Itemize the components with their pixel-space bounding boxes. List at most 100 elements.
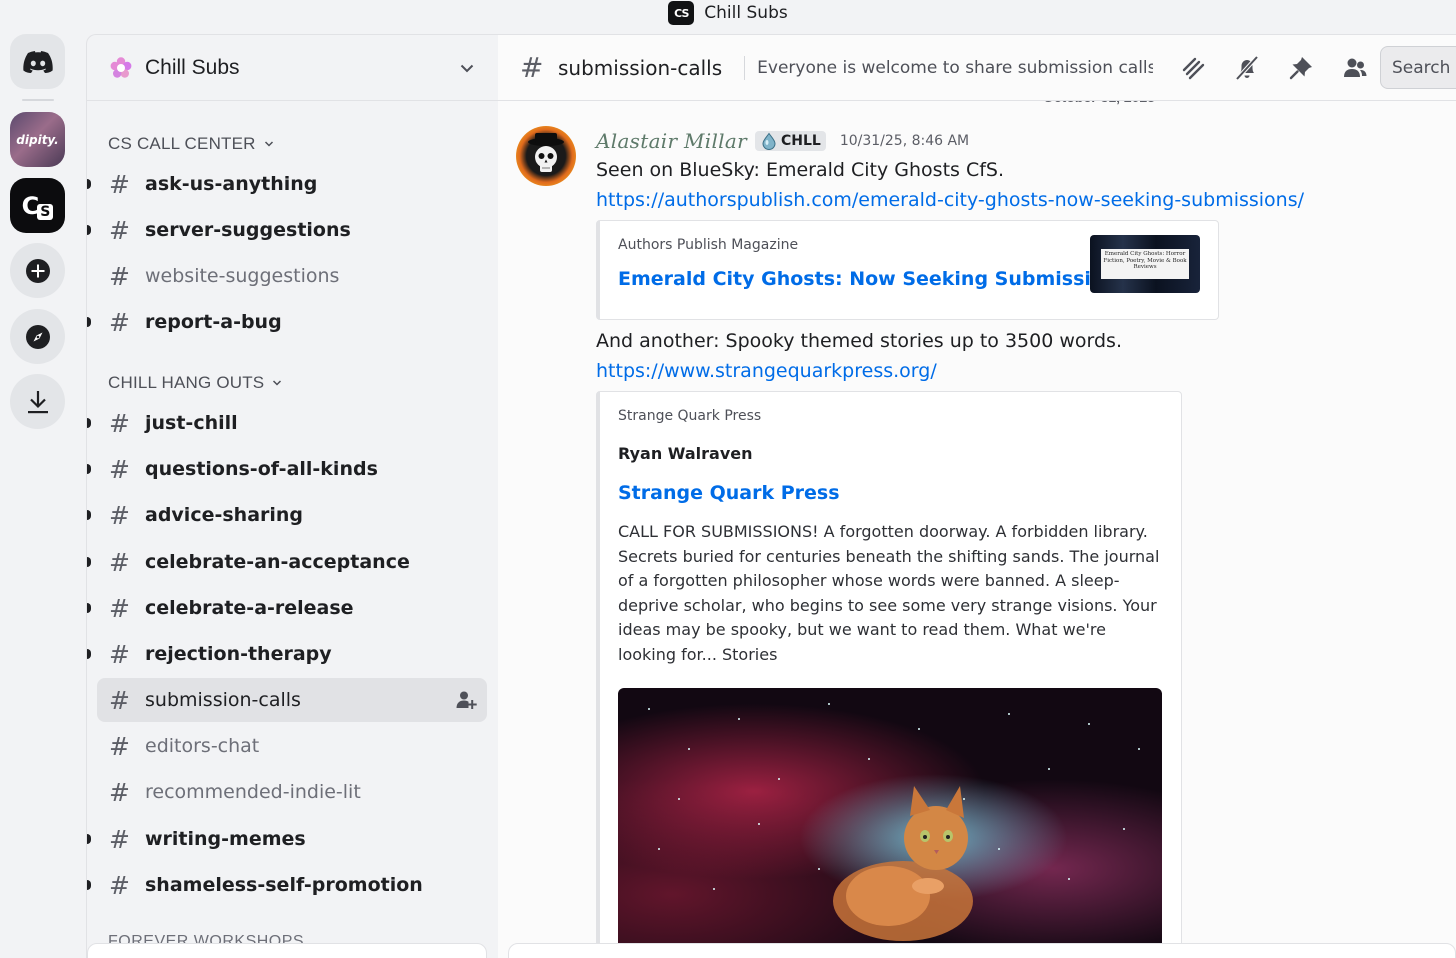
message-timestamp[interactable]: 10/31/25, 8:46 AM: [840, 133, 969, 149]
unread-indicator: [87, 510, 91, 520]
embed-title[interactable]: Strange Quark Press: [618, 482, 840, 504]
channel-website-suggestions[interactable]: # website-suggestions: [97, 254, 487, 298]
embed-provider[interactable]: Strange Quark Press: [618, 408, 761, 424]
message-text: And another: Spooky themed stories up to…: [596, 330, 1122, 352]
channel-just-chill[interactable]: # just-chill: [87, 401, 487, 445]
channel-name: writing-memes: [145, 828, 306, 850]
channel-name: editors-chat: [145, 735, 260, 757]
avatar[interactable]: [516, 126, 576, 186]
channel-advice-sharing[interactable]: # advice-sharing: [87, 493, 487, 537]
channel-shameless-self-promotion[interactable]: # shameless-self-promotion: [87, 863, 487, 907]
link-embed: Authors Publish Magazine Emerald City Gh…: [596, 220, 1219, 320]
category-chill-hang-outs[interactable]: CHILL HANG OUTS: [108, 371, 282, 395]
embed-provider[interactable]: Authors Publish Magazine: [618, 237, 798, 253]
user-panel: [87, 943, 487, 958]
search-input[interactable]: Search: [1380, 46, 1456, 89]
chevron-down-icon: [264, 141, 273, 147]
unread-indicator: [87, 464, 91, 474]
pin-icon[interactable]: [1287, 54, 1315, 82]
discord-logo-icon: [22, 50, 53, 73]
author-name[interactable]: Alastair Millar: [596, 129, 747, 153]
header-divider: [744, 55, 746, 80]
text-channel-icon: #: [109, 777, 130, 807]
mute-bell-icon[interactable]: [1233, 54, 1261, 82]
skull-avatar-icon: [528, 133, 564, 172]
channel-name: just-chill: [145, 412, 238, 434]
embed-author[interactable]: Ryan Walraven: [618, 444, 753, 463]
guild-tag[interactable]: CHLL: [754, 131, 826, 151]
server-dipity-label: dipity.: [16, 132, 59, 147]
text-channel-icon: #: [109, 870, 130, 900]
chill-subs-flower-icon: [110, 56, 132, 78]
channel-title: submission-calls: [558, 55, 723, 80]
channel-recommended-indie-lit[interactable]: # recommended-indie-lit: [97, 770, 487, 814]
create-invite-icon[interactable]: [455, 689, 477, 711]
channel-editors-chat[interactable]: # editors-chat: [97, 724, 487, 768]
channel-report-a-bug[interactable]: # report-a-bug: [87, 300, 487, 344]
message-link[interactable]: https://www.strangequarkpress.org/: [596, 360, 937, 382]
channel-name: recommended-indie-lit: [145, 781, 361, 803]
channel-writing-memes[interactable]: # writing-memes: [87, 817, 487, 861]
droplet-icon: [762, 132, 776, 150]
unread-indicator: [87, 418, 91, 428]
text-channel-icon: #: [109, 500, 130, 530]
server-dipity[interactable]: dipity.: [10, 112, 65, 167]
channel-name: report-a-bug: [145, 311, 282, 333]
channel-name: ask-us-anything: [145, 173, 318, 195]
discover-button[interactable]: [10, 309, 65, 364]
channel-name: celebrate-an-acceptance: [145, 551, 410, 573]
unread-indicator: [87, 179, 91, 189]
category-cs-call-center[interactable]: CS CALL CENTER: [108, 132, 274, 156]
threads-icon[interactable]: [1179, 54, 1207, 82]
chat-area: October 31, 2025 # submission-calls Ever…: [498, 34, 1456, 958]
channel-questions-of-all-kinds[interactable]: # questions-of-all-kinds: [87, 447, 487, 491]
text-channel-icon: #: [109, 261, 130, 291]
text-channel-icon: #: [109, 824, 130, 854]
unread-indicator: [87, 317, 91, 327]
text-channel-icon: #: [109, 215, 130, 245]
channel-celebrate-a-release[interactable]: # celebrate-a-release: [87, 586, 487, 630]
channel-rejection-therapy[interactable]: # rejection-therapy: [87, 632, 487, 676]
channel-topic[interactable]: Everyone is welcome to share submission …: [757, 58, 1153, 78]
channel-name: questions-of-all-kinds: [145, 458, 378, 480]
text-channel-icon: #: [109, 454, 130, 484]
channel-ask-us-anything[interactable]: # ask-us-anything: [87, 162, 487, 206]
guild-header[interactable]: Chill Subs: [87, 35, 498, 101]
message-composer[interactable]: [508, 943, 1456, 958]
unread-indicator: [87, 603, 91, 613]
link-embed: Strange Quark Press Ryan Walraven Strang…: [596, 391, 1182, 958]
channel-submission-calls[interactable]: # submission-calls: [97, 678, 487, 722]
message-link[interactable]: https://authorspublish.com/emerald-city-…: [596, 189, 1304, 211]
channel-name: submission-calls: [145, 689, 301, 711]
message-text: Seen on BlueSky: Emerald City Ghosts CfS…: [596, 159, 1005, 181]
download-icon: [27, 390, 48, 413]
channel-server-suggestions[interactable]: # server-suggestions: [87, 208, 487, 252]
channel-name: server-suggestions: [145, 219, 351, 241]
compass-icon: [25, 324, 50, 349]
channel-celebrate-an-acceptance[interactable]: # celebrate-an-acceptance: [87, 540, 487, 584]
text-channel-icon: #: [109, 639, 130, 669]
embed-thumbnail[interactable]: Emerald City Ghosts: Horror Fiction, Poe…: [1090, 235, 1200, 293]
member-list-icon[interactable]: [1341, 54, 1369, 82]
channel-name: advice-sharing: [145, 504, 304, 526]
embed-description: CALL FOR SUBMISSIONS! A forgotten doorwa…: [618, 522, 1160, 664]
channel-sidebar: Chill Subs CS CALL CENTER # ask-us-anyth…: [86, 34, 498, 958]
add-server-button[interactable]: [10, 243, 65, 298]
text-channel-icon: #: [109, 408, 130, 438]
unread-indicator: [87, 557, 91, 567]
category-label: CHILL HANG OUTS: [108, 373, 265, 392]
channel-name: celebrate-a-release: [145, 597, 354, 619]
embed-image[interactable]: [618, 688, 1162, 946]
text-channel-icon: #: [109, 685, 130, 715]
unread-indicator: [87, 225, 91, 235]
discord-home-button[interactable]: [10, 34, 65, 89]
download-apps-button[interactable]: [10, 374, 65, 429]
embed-title[interactable]: Emerald City Ghosts: Now Seeking Submiss…: [618, 268, 1129, 290]
chevron-down-icon[interactable]: [458, 59, 476, 77]
server-chill-subs[interactable]: CS: [10, 178, 65, 233]
unread-indicator: [87, 834, 91, 844]
rail-separator: [22, 99, 54, 101]
window-titlebar: CS Chill Subs: [0, 0, 1456, 26]
message-header: Alastair Millar CHLL 10/31/25, 8:46 AM: [596, 129, 969, 153]
chill-subs-app-icon: CS: [668, 1, 695, 25]
